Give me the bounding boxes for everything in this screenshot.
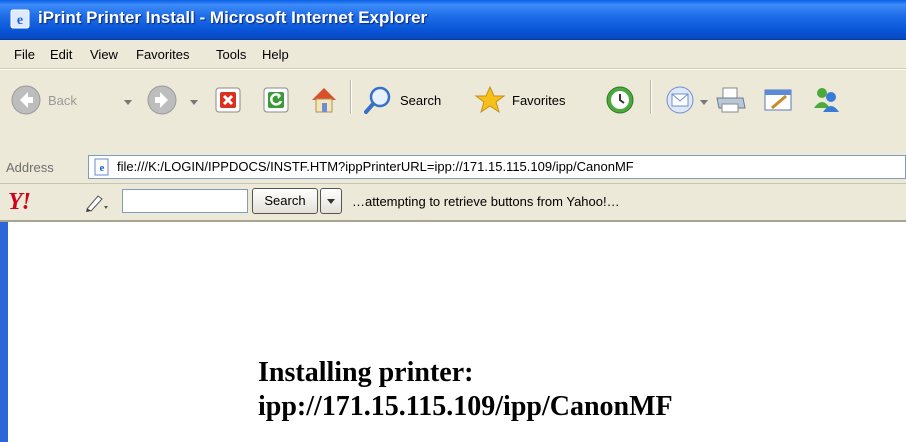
ie-window: e iPrint Printer Install - Microsoft Int… [0,0,906,442]
edit-page-icon [764,89,792,111]
window-left-border [0,222,8,442]
install-heading-line1: Installing printer: [258,357,474,388]
back-arrow-icon [11,85,41,115]
yahoo-search-button[interactable]: Search [252,188,318,214]
page-icon: e [94,158,109,176]
favorites-button[interactable]: Favorites [474,84,565,116]
yahoo-status-text: …attempting to retrieve buttons from Yah… [352,194,620,209]
address-url: file:///K:/LOGIN/IPPDOCS/INSTF.HTM?ippPr… [117,159,634,174]
messenger-icon [814,88,839,112]
chevron-down-icon [327,199,335,204]
menu-bar: File Edit View Favorites Tools Help [0,40,906,69]
magnifier-icon [364,86,391,114]
back-dropdown-icon[interactable] [124,100,132,105]
menu-help[interactable]: Help [262,47,289,62]
refresh-button[interactable] [262,86,290,114]
search-label: Search [400,92,442,108]
stop-button[interactable] [214,86,242,114]
address-input[interactable]: e file:///K:/LOGIN/IPPDOCS/INSTF.HTM?ipp… [88,155,906,179]
search-button[interactable]: Search [362,84,441,116]
back-label: Back [48,92,77,108]
printer-icon [716,87,746,113]
favorites-label: Favorites [512,92,566,108]
mail-button[interactable] [664,84,696,116]
svg-text:e: e [17,13,23,28]
page-content: Installing printer: ipp://171.15.115.109… [0,222,906,442]
address-label: Address [6,160,54,175]
install-heading-line2: ipp://171.15.115.109/ipp/CanonMF [258,391,673,422]
home-button[interactable] [308,84,340,116]
forward-arrow-icon [147,85,177,115]
mail-icon [666,86,694,114]
ie-logo-icon: e [10,9,30,29]
edit-button[interactable] [762,84,794,116]
home-icon [312,88,336,113]
yahoo-search-dropdown[interactable] [320,188,342,214]
menu-favorites[interactable]: Favorites [136,47,189,62]
refresh-icon [263,87,289,113]
yahoo-toolbar: Y! Search …attempting to retrieve button… [0,184,906,222]
menu-view[interactable]: View [90,47,118,62]
messenger-button[interactable] [810,84,842,116]
toolbar-separator [650,80,652,114]
history-icon [606,86,634,114]
back-button[interactable]: Back [10,84,77,116]
title-bar[interactable]: e iPrint Printer Install - Microsoft Int… [0,0,906,40]
forward-button[interactable] [146,84,178,116]
address-bar: Address e file:///K:/LOGIN/IPPDOCS/INSTF… [0,152,906,184]
yahoo-search-input[interactable] [122,189,248,213]
forward-dropdown-icon[interactable] [190,100,198,105]
print-button[interactable] [714,84,748,116]
standard-toolbar: Back Search Favorites [0,69,906,153]
pencil-icon[interactable] [84,192,112,212]
stop-icon [215,87,241,113]
mail-dropdown-icon[interactable] [700,100,708,105]
menu-file[interactable]: File [14,47,35,62]
menu-edit[interactable]: Edit [50,47,72,62]
history-button[interactable] [604,84,636,116]
toolbar-separator [350,80,352,114]
install-heading: Installing printer: ipp://171.15.115.109… [258,356,673,424]
yahoo-logo[interactable]: Y! [8,189,31,216]
star-icon [474,85,506,114]
menu-tools[interactable]: Tools [216,47,246,62]
window-title: iPrint Printer Install - Microsoft Inter… [38,8,428,27]
svg-text:e: e [100,162,105,174]
